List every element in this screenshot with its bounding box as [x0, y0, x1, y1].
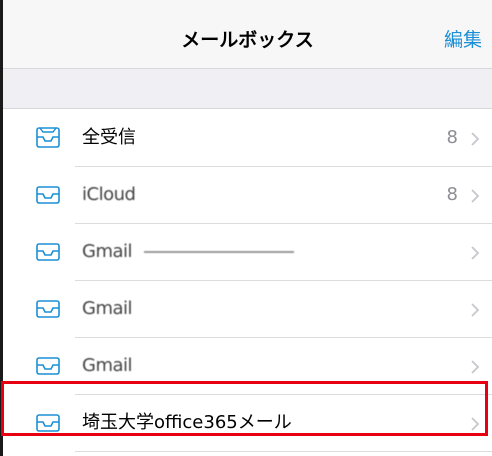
mailbox-row-all-inboxes[interactable]: 全受信 8: [3, 110, 492, 167]
mailbox-label-text: Gmail: [82, 241, 133, 262]
unread-count: 8: [446, 127, 458, 148]
mailbox-label: Gmail: [82, 224, 295, 280]
inbox-icon: [36, 414, 60, 432]
mailbox-label: 埼玉大学office365メール: [82, 412, 292, 433]
mailbox-list: 全受信 8 iCloud 8 Gmail Gmail Gmail 埼玉大学off…: [3, 110, 492, 452]
edit-button[interactable]: 編集: [444, 0, 482, 68]
mailbox-row-icloud[interactable]: iCloud 8: [3, 167, 492, 224]
page-title: メールボックス: [181, 29, 314, 51]
section-spacer: [3, 69, 492, 109]
mailbox-label: iCloud: [82, 184, 136, 205]
chevron-right-icon: [471, 189, 480, 203]
mailbox-label: Gmail: [82, 298, 133, 319]
inbox-icon: [36, 243, 60, 261]
navigation-bar: メールボックス 編集: [3, 0, 492, 69]
inbox-icon: [36, 357, 60, 375]
mailbox-row-gmail-1[interactable]: Gmail: [3, 224, 492, 281]
chevron-right-icon: [471, 360, 480, 374]
mailbox-screen: メールボックス 編集 全受信 8 iCloud 8 Gmail Gmail Gm…: [0, 0, 492, 456]
inbox-icon: [36, 300, 60, 318]
redacted-address: [144, 251, 295, 253]
chevron-right-icon: [471, 417, 480, 431]
chevron-right-icon: [471, 132, 480, 146]
row-divider: [75, 451, 492, 452]
mailbox-label: Gmail: [82, 355, 133, 376]
mailbox-label: 全受信: [82, 127, 136, 148]
mailbox-row-gmail-2[interactable]: Gmail: [3, 281, 492, 338]
mailbox-row-office365[interactable]: 埼玉大学office365メール: [3, 395, 492, 452]
chevron-right-icon: [471, 246, 480, 260]
inbox-icon: [36, 186, 60, 204]
unread-count: 8: [446, 184, 458, 205]
chevron-right-icon: [471, 303, 480, 317]
inbox-icon: [36, 127, 60, 148]
mailbox-row-gmail-3[interactable]: Gmail: [3, 338, 492, 395]
